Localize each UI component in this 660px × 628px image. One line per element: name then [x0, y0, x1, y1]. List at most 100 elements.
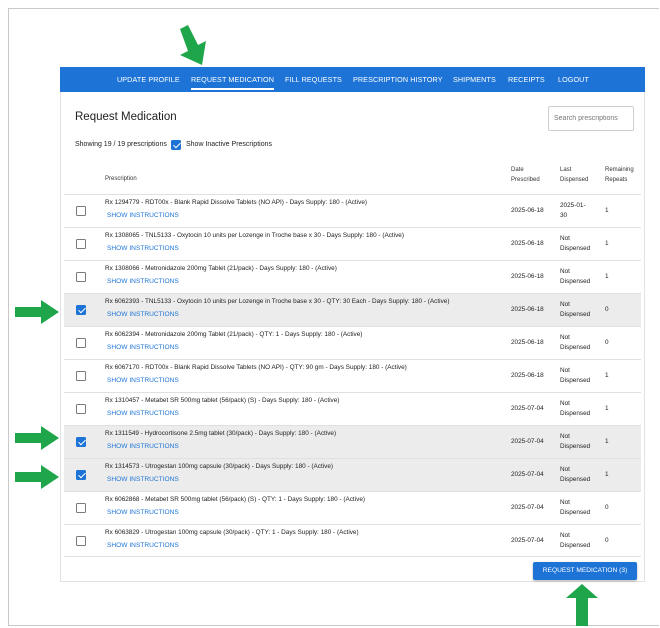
- nav-update-profile[interactable]: UPDATE PROFILE: [117, 67, 180, 92]
- header-last-dispensed: Last Dispensed: [560, 167, 589, 183]
- table-row: Rx 1314573 - Utrogestan 100mg capsule (3…: [64, 458, 641, 491]
- prescription-description: Rx 1294779 - RDT00x - Blank Rapid Dissol…: [105, 199, 367, 206]
- prescription-description: Rx 6062868 - Metabet SR 500mg tablet (56…: [105, 496, 365, 503]
- prescription-description: Rx 6062394 - Metronidazole 200mg Tablet …: [105, 331, 363, 338]
- prescription-description: Rx 6067170 - RDT00x - Blank Rapid Dissol…: [105, 364, 407, 371]
- prescription-description: Rx 6063829 - Utrogestan 100mg capsule (3…: [105, 529, 359, 536]
- date-prescribed: 2025-07-04: [511, 438, 544, 445]
- header-remaining-repeats: Remaining Repeats: [605, 167, 634, 183]
- show-instructions-link[interactable]: SHOW INSTRUCTIONS: [107, 212, 179, 219]
- show-instructions-link[interactable]: SHOW INSTRUCTIONS: [107, 410, 179, 417]
- date-prescribed: 2025-06-18: [511, 339, 544, 346]
- nav-shipments[interactable]: SHIPMENTS: [453, 67, 496, 92]
- date-prescribed: 2025-07-04: [511, 405, 544, 412]
- row-checkbox[interactable]: [76, 503, 86, 513]
- date-prescribed: 2025-07-04: [511, 504, 544, 511]
- header-date-prescribed: Date Prescribed: [511, 167, 540, 183]
- show-instructions-link[interactable]: SHOW INSTRUCTIONS: [107, 377, 179, 384]
- show-instructions-link[interactable]: SHOW INSTRUCTIONS: [107, 311, 179, 318]
- green-arrow-icon: [566, 584, 598, 626]
- last-dispensed: Not Dispensed: [560, 499, 591, 516]
- table-row: Rx 1294779 - RDT00x - Blank Rapid Dissol…: [64, 194, 641, 227]
- showing-count: Showing 19 / 19 prescriptions: [75, 141, 167, 148]
- top-nav: UPDATE PROFILE REQUEST MEDICATION FILL R…: [60, 67, 645, 92]
- prescription-description: Rx 1310457 - Metabet SR 500mg tablet (56…: [105, 397, 340, 404]
- row-checkbox[interactable]: [76, 437, 86, 447]
- show-instructions-link[interactable]: SHOW INSTRUCTIONS: [107, 476, 179, 483]
- table-row: Rx 1308066 - Metronidazole 200mg Tablet …: [64, 260, 641, 293]
- show-inactive-checkbox[interactable]: [171, 140, 181, 150]
- remaining-repeats: 1: [605, 471, 609, 478]
- prescription-description: Rx 1308065 - TNL5133 - Oxytocin 10 units…: [105, 232, 404, 239]
- remaining-repeats: 0: [605, 504, 609, 511]
- prescription-description: Rx 1308066 - Metronidazole 200mg Tablet …: [105, 265, 337, 272]
- show-instructions-link[interactable]: SHOW INSTRUCTIONS: [107, 278, 179, 285]
- show-instructions-link[interactable]: SHOW INSTRUCTIONS: [107, 443, 179, 450]
- green-arrow-icon: [180, 25, 206, 65]
- row-checkbox[interactable]: [76, 272, 86, 282]
- row-checkbox[interactable]: [76, 371, 86, 381]
- row-checkbox[interactable]: [76, 470, 86, 480]
- table-row: Rx 1308065 - TNL5133 - Oxytocin 10 units…: [64, 227, 641, 260]
- prescription-description: Rx 1314573 - Utrogestan 100mg capsule (3…: [105, 463, 334, 470]
- date-prescribed: 2025-06-18: [511, 240, 544, 247]
- last-dispensed: Not Dispensed: [560, 235, 591, 252]
- green-arrow-icon: [15, 300, 59, 324]
- remaining-repeats: 1: [605, 372, 609, 379]
- row-checkbox[interactable]: [76, 536, 86, 546]
- last-dispensed: 2025-01- 30: [560, 202, 586, 219]
- page-title: Request Medication: [75, 111, 177, 123]
- remaining-repeats: 0: [605, 306, 609, 313]
- last-dispensed: Not Dispensed: [560, 268, 591, 285]
- table-row: Rx 6062868 - Metabet SR 500mg tablet (56…: [64, 491, 641, 524]
- table-row: Rx 1310457 - Metabet SR 500mg tablet (56…: [64, 392, 641, 425]
- show-instructions-link[interactable]: SHOW INSTRUCTIONS: [107, 344, 179, 351]
- last-dispensed: Not Dispensed: [560, 433, 591, 450]
- header-prescription: Prescription: [105, 176, 137, 182]
- prescription-description: Rx 1311549 - Hydrocortisone 2.5mg tablet…: [105, 430, 337, 437]
- row-checkbox[interactable]: [76, 239, 86, 249]
- last-dispensed: Not Dispensed: [560, 466, 591, 483]
- nav-logout[interactable]: LOGOUT: [558, 67, 589, 92]
- last-dispensed: Not Dispensed: [560, 400, 591, 417]
- nav-request-medication[interactable]: REQUEST MEDICATION: [191, 67, 274, 92]
- nav-receipts[interactable]: RECEIPTS: [508, 67, 545, 92]
- search-input[interactable]: [548, 106, 634, 131]
- row-checkbox[interactable]: [76, 305, 86, 315]
- remaining-repeats: 1: [605, 405, 609, 412]
- last-dispensed: Not Dispensed: [560, 301, 591, 318]
- date-prescribed: 2025-06-18: [511, 306, 544, 313]
- remaining-repeats: 1: [605, 207, 609, 214]
- row-checkbox[interactable]: [76, 206, 86, 216]
- nav-fill-requests[interactable]: FILL REQUESTS: [285, 67, 342, 92]
- show-instructions-link[interactable]: SHOW INSTRUCTIONS: [107, 245, 179, 252]
- date-prescribed: 2025-06-18: [511, 372, 544, 379]
- last-dispensed: Not Dispensed: [560, 532, 591, 549]
- remaining-repeats: 0: [605, 537, 609, 544]
- remaining-repeats: 1: [605, 240, 609, 247]
- date-prescribed: 2025-07-04: [511, 471, 544, 478]
- table-row: Rx 1311549 - Hydrocortisone 2.5mg tablet…: [64, 425, 641, 458]
- table-row: Rx 6062393 - TNL5133 - Oxytocin 10 units…: [64, 293, 641, 326]
- request-medication-submit-button[interactable]: REQUEST MEDICATION (3): [533, 562, 637, 580]
- row-checkbox[interactable]: [76, 338, 86, 348]
- table-row: Rx 6067170 - RDT00x - Blank Rapid Dissol…: [64, 359, 641, 392]
- prescription-description: Rx 6062393 - TNL5133 - Oxytocin 10 units…: [105, 298, 450, 305]
- green-arrow-icon: [15, 465, 59, 489]
- table-row: Rx 6063829 - Utrogestan 100mg capsule (3…: [64, 524, 641, 557]
- nav-prescription-history[interactable]: PRESCRIPTION HISTORY: [353, 67, 443, 92]
- last-dispensed: Not Dispensed: [560, 334, 591, 351]
- date-prescribed: 2025-06-18: [511, 273, 544, 280]
- table-bottom-divider: [64, 556, 641, 557]
- date-prescribed: 2025-06-18: [511, 207, 544, 214]
- table-row: Rx 6062394 - Metronidazole 200mg Tablet …: [64, 326, 641, 359]
- show-instructions-link[interactable]: SHOW INSTRUCTIONS: [107, 542, 179, 549]
- last-dispensed: Not Dispensed: [560, 367, 591, 384]
- date-prescribed: 2025-07-04: [511, 537, 544, 544]
- remaining-repeats: 1: [605, 438, 609, 445]
- show-instructions-link[interactable]: SHOW INSTRUCTIONS: [107, 509, 179, 516]
- row-checkbox[interactable]: [76, 404, 86, 414]
- remaining-repeats: 1: [605, 273, 609, 280]
- show-inactive-label: Show Inactive Prescriptions: [186, 141, 272, 148]
- green-arrow-icon: [15, 426, 59, 450]
